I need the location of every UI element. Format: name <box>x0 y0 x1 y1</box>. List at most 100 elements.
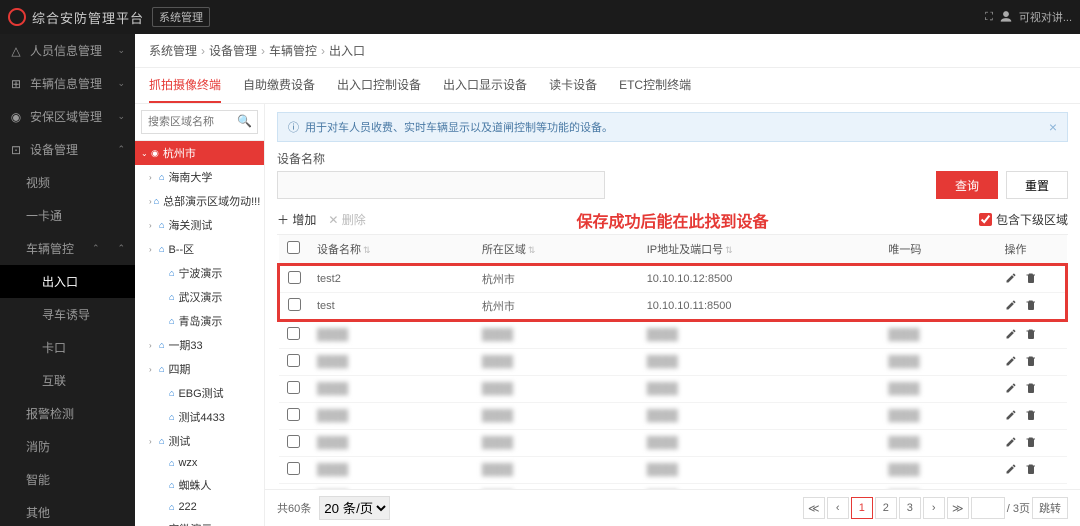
tree-item[interactable]: ›⌂安徽演示 <box>135 517 264 526</box>
delete-icon[interactable] <box>1025 355 1037 370</box>
tree-item[interactable]: ⌂222 <box>135 497 264 517</box>
tree-item[interactable]: ⌂宁波演示 <box>135 261 264 285</box>
tab[interactable]: 抓拍摄像终端 <box>149 68 221 103</box>
edit-icon[interactable] <box>1005 463 1017 478</box>
total-count: 共60条 <box>277 500 311 516</box>
page-number[interactable]: 3 <box>899 497 921 519</box>
page-number[interactable]: 2 <box>875 497 897 519</box>
device-name-input[interactable] <box>277 171 605 199</box>
include-sub-input[interactable] <box>979 213 992 226</box>
nav-item[interactable]: 消防 <box>0 430 135 463</box>
tree-item[interactable]: ⌄◉杭州市 <box>135 141 264 165</box>
delete-icon[interactable] <box>1025 299 1037 314</box>
row-checkbox[interactable] <box>288 271 301 284</box>
tree-item[interactable]: ⌂青岛演示 <box>135 309 264 333</box>
nav-item[interactable]: 车辆管控⌃⌃ <box>0 232 135 265</box>
nav-item[interactable]: 一卡通 <box>0 199 135 232</box>
tree-item[interactable]: ⌂武汉演示 <box>135 285 264 309</box>
nav-item[interactable]: 卡口 <box>0 331 135 364</box>
breadcrumb-item[interactable]: 系统管理 <box>149 44 197 58</box>
tab[interactable]: 自助缴费设备 <box>243 68 315 103</box>
row-checkbox[interactable] <box>288 298 301 311</box>
add-button[interactable]: ＋ 增加 <box>277 211 316 228</box>
breadcrumb-item[interactable]: 设备管理 <box>209 44 257 58</box>
nav-item[interactable]: 报警检测 <box>0 397 135 430</box>
nav-item[interactable]: ◉安保区域管理⌄ <box>0 100 135 133</box>
delete-icon[interactable] <box>1025 272 1037 287</box>
nav-item[interactable]: ⊞车辆信息管理⌄ <box>0 67 135 100</box>
edit-icon[interactable] <box>1005 409 1017 424</box>
page-jump-button[interactable]: 跳转 <box>1032 497 1068 519</box>
row-checkbox[interactable] <box>287 381 300 394</box>
nav-item[interactable]: 寻车诱导 <box>0 298 135 331</box>
close-icon[interactable]: × <box>1049 119 1057 135</box>
tree-item[interactable]: ⌂wzx <box>135 453 264 473</box>
page-next[interactable]: › <box>923 497 945 519</box>
tree-item[interactable]: ›⌂海南大学 <box>135 165 264 189</box>
user-menu[interactable]: ⛶ 可视对讲... <box>985 9 1072 25</box>
breadcrumb-item[interactable]: 出入口 <box>329 44 365 58</box>
tab[interactable]: 出入口控制设备 <box>337 68 421 103</box>
select-all[interactable] <box>287 241 300 254</box>
tree-item[interactable]: ⌂测试4433 <box>135 405 264 429</box>
edit-icon[interactable] <box>1005 328 1017 343</box>
col-header[interactable]: 唯一码 <box>880 235 996 265</box>
tree-item[interactable]: ›⌂总部演示区域勿动!!! <box>135 189 264 213</box>
col-header[interactable]: 所在区域⇅ <box>474 235 639 265</box>
delete-icon[interactable] <box>1025 436 1037 451</box>
nav-item[interactable]: 出入口 <box>0 265 135 298</box>
search-icon[interactable]: 🔍 <box>237 114 252 128</box>
reset-button[interactable]: 重置 <box>1006 171 1068 199</box>
breadcrumb-item[interactable]: 车辆管控 <box>269 44 317 58</box>
tree-item[interactable]: ›⌂B--区 <box>135 237 264 261</box>
tree-item[interactable]: ›⌂一期33 <box>135 333 264 357</box>
tab[interactable]: 出入口显示设备 <box>443 68 527 103</box>
delete-icon[interactable] <box>1025 328 1037 343</box>
edit-icon[interactable] <box>1005 299 1017 314</box>
page-prev[interactable]: ‹ <box>827 497 849 519</box>
nav-item[interactable]: 视频 <box>0 166 135 199</box>
delete-icon[interactable] <box>1025 382 1037 397</box>
nav-item[interactable]: ⊡设备管理⌃ <box>0 133 135 166</box>
col-header[interactable]: IP地址及端口号⇅ <box>639 235 881 265</box>
page-jump-input[interactable] <box>971 497 1005 519</box>
row-checkbox[interactable] <box>287 354 300 367</box>
info-icon: ⓘ <box>288 119 299 135</box>
page-number[interactable]: 1 <box>851 497 873 519</box>
nav-item[interactable]: 其他 <box>0 496 135 526</box>
row-checkbox[interactable] <box>287 408 300 421</box>
main-panel: 系统管理›设备管理›车辆管控›出入口 抓拍摄像终端自助缴费设备出入口控制设备出入… <box>135 34 1080 526</box>
edit-icon[interactable] <box>1005 436 1017 451</box>
topbar-tag[interactable]: 系统管理 <box>152 7 210 27</box>
delete-button[interactable]: ✕ 删除 <box>328 211 365 228</box>
edit-icon[interactable] <box>1005 355 1017 370</box>
col-header[interactable]: 设备名称⇅ <box>309 235 474 265</box>
tree-item[interactable]: ›⌂四期 <box>135 357 264 381</box>
expand-icon: ⛶ <box>985 11 993 24</box>
tree-item[interactable]: ›⌂测试 <box>135 429 264 453</box>
tab[interactable]: 读卡设备 <box>549 68 597 103</box>
row-checkbox[interactable] <box>287 435 300 448</box>
edit-icon[interactable] <box>1005 382 1017 397</box>
tree-item[interactable]: ⌂EBG测试 <box>135 381 264 405</box>
page-first[interactable]: ≪ <box>803 497 825 519</box>
row-checkbox[interactable] <box>287 462 300 475</box>
col-header[interactable]: 操作 <box>997 235 1067 265</box>
row-checkbox[interactable] <box>287 327 300 340</box>
nav-item[interactable]: 智能 <box>0 463 135 496</box>
nav-item[interactable]: △人员信息管理⌄ <box>0 34 135 67</box>
nav-item[interactable]: 互联 <box>0 364 135 397</box>
delete-icon[interactable] <box>1025 463 1037 478</box>
delete-icon[interactable] <box>1025 409 1037 424</box>
page-last[interactable]: ≫ <box>947 497 969 519</box>
page-size-select[interactable]: 20 条/页 <box>319 496 390 520</box>
include-sub-checkbox[interactable]: 包含下级区域 <box>979 211 1068 228</box>
tab[interactable]: ETC控制终端 <box>619 68 691 103</box>
edit-icon[interactable] <box>1005 272 1017 287</box>
annotation-text: 保存成功后能在此找到设备 <box>576 208 768 232</box>
tree-item[interactable]: ⌂蜘蛛人 <box>135 473 264 497</box>
search-button[interactable]: 查询 <box>936 171 998 199</box>
tree-item[interactable]: ›⌂海关测试 <box>135 213 264 237</box>
area-tree: ⌄◉杭州市›⌂海南大学›⌂总部演示区域勿动!!!›⌂海关测试›⌂B--区⌂宁波演… <box>135 141 264 526</box>
device-table: 设备名称⇅所在区域⇅IP地址及端口号⇅唯一码操作 test2杭州市10.10.1… <box>277 235 1068 489</box>
